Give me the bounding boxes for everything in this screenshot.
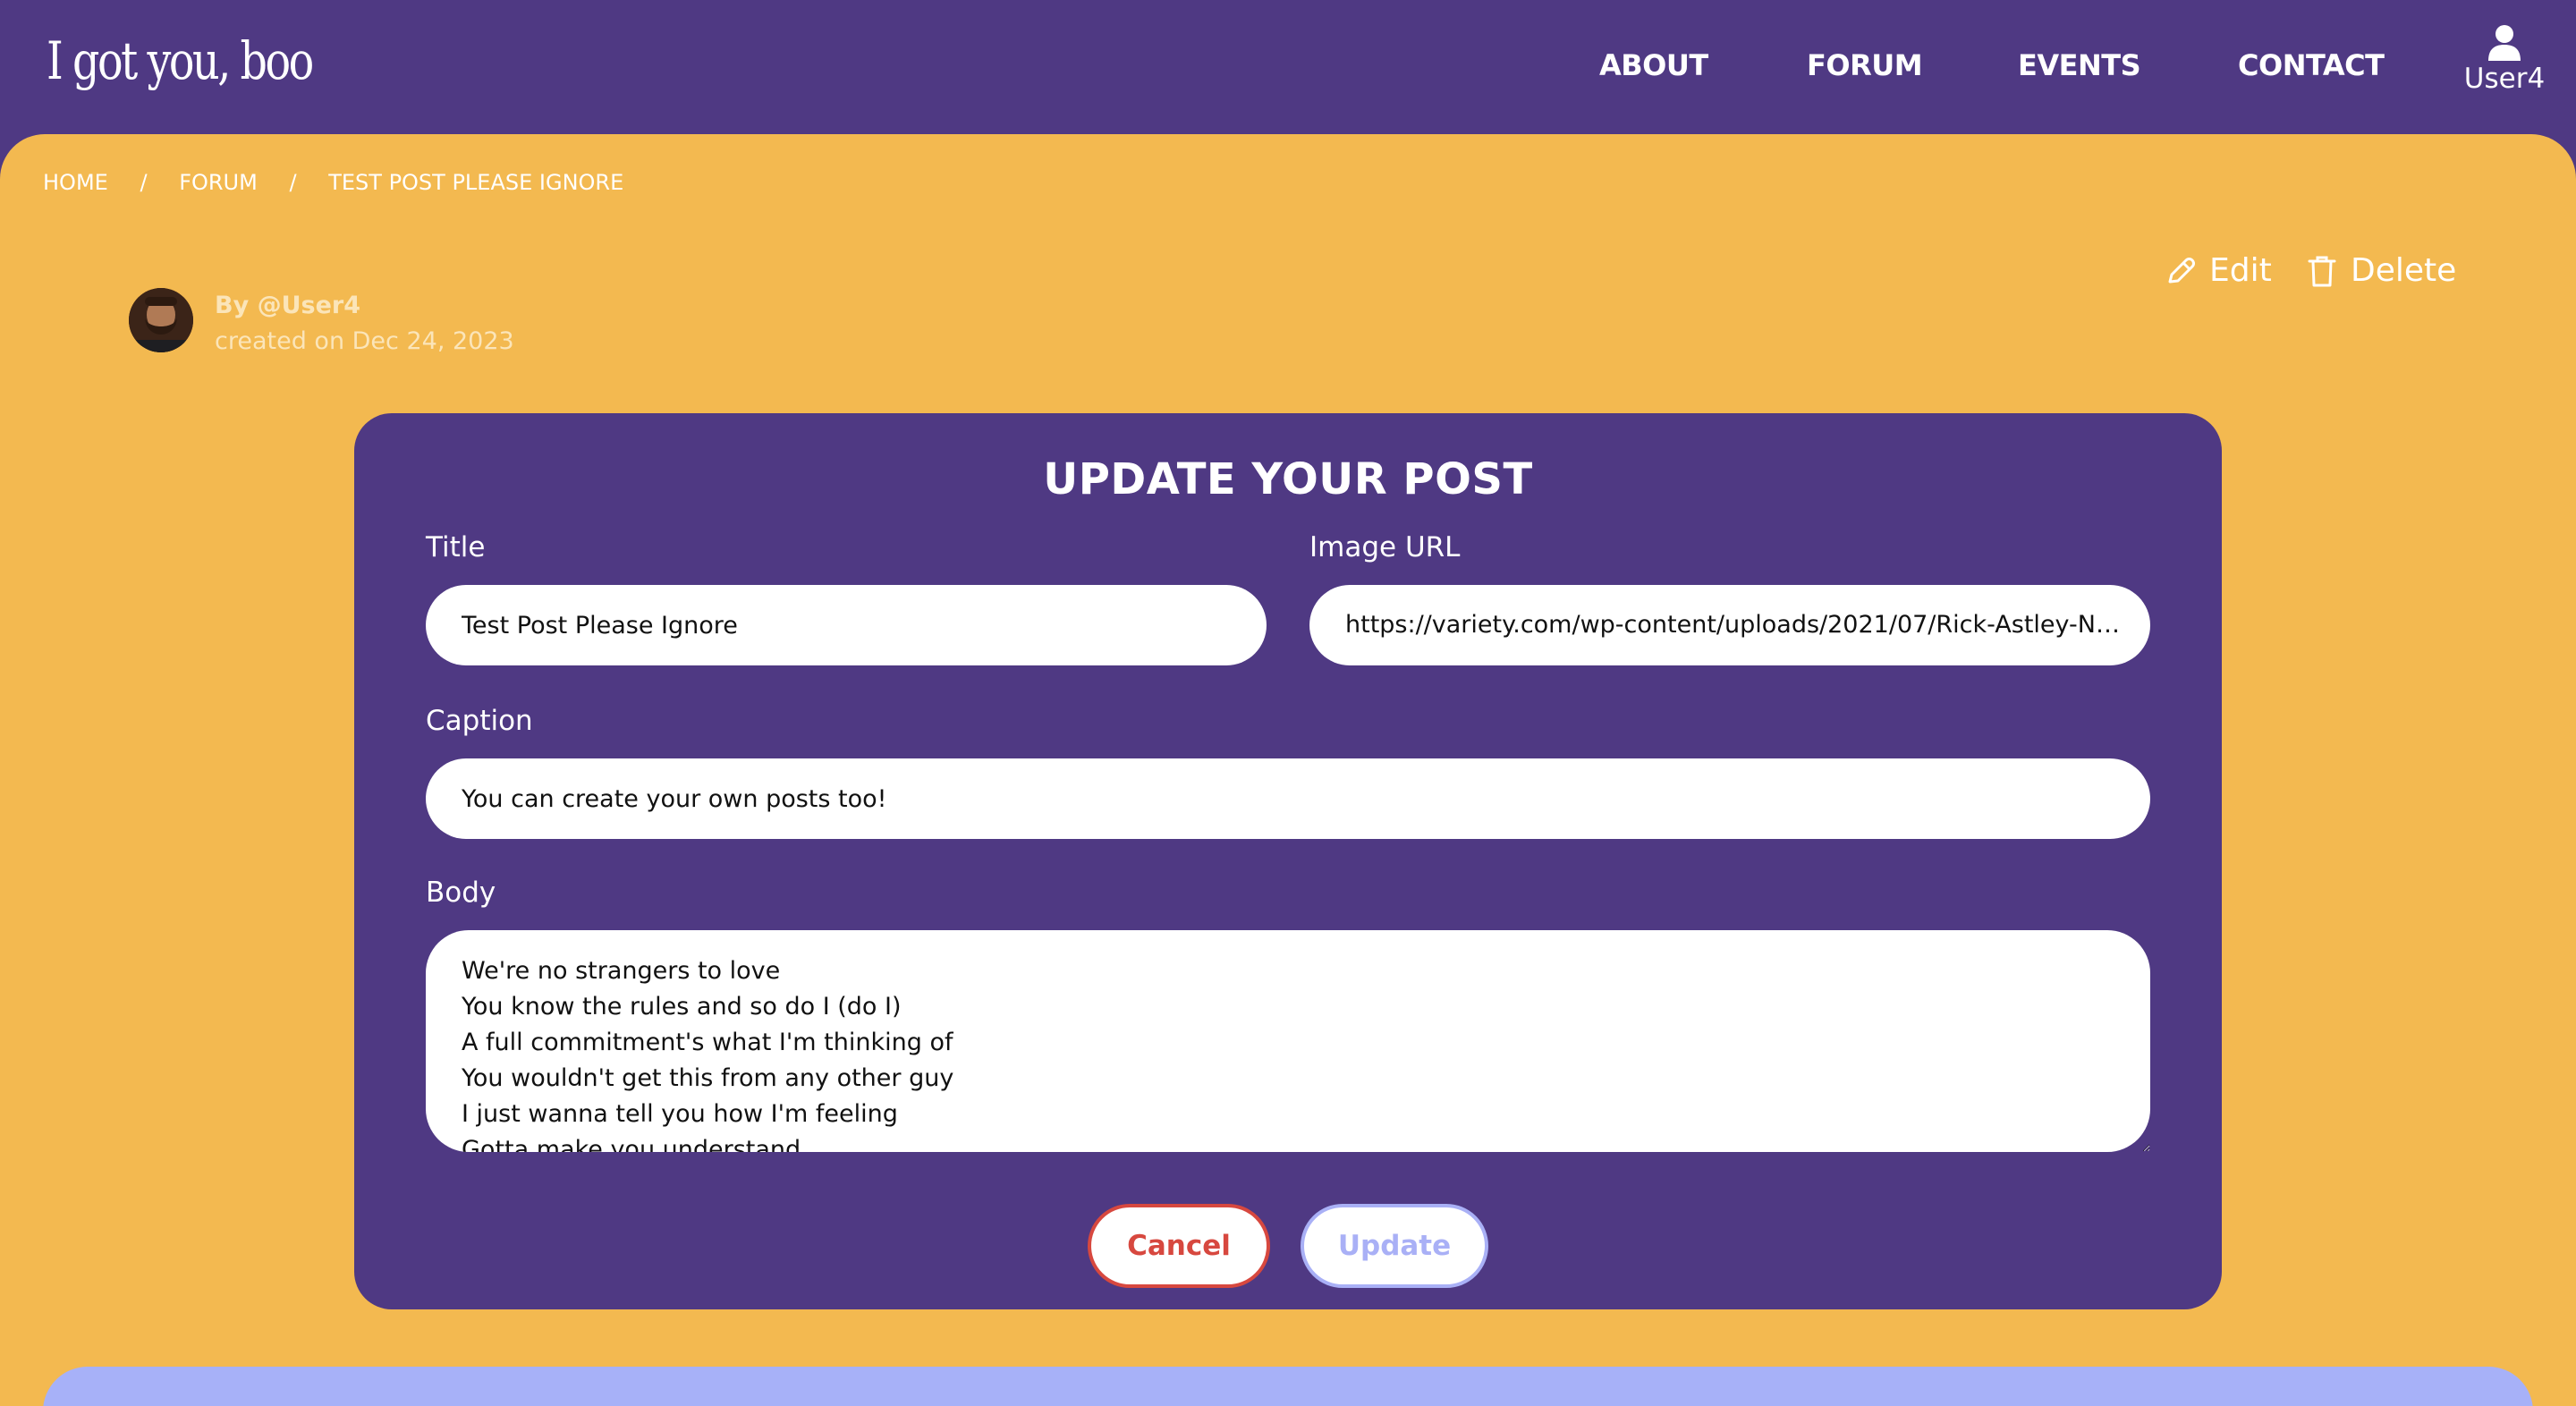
image-url-label: Image URL [1309, 531, 1461, 563]
navbar: I got you, boo ABOUT FORUM EVENTS CONTAC… [0, 0, 2576, 134]
nav-link-contact[interactable]: CONTACT [2238, 48, 2385, 82]
title-input[interactable] [426, 585, 1267, 665]
breadcrumb-forum[interactable]: FORUM [179, 170, 258, 195]
post-date: created on Dec 24, 2023 [215, 327, 514, 355]
image-url-input[interactable]: https://variety.com/wp-content/uploads/2… [1309, 585, 2150, 665]
breadcrumb-separator: / [289, 170, 297, 195]
user-icon [2488, 25, 2521, 61]
body-textarea[interactable]: We're no strangers to love You know the … [426, 930, 2150, 1152]
nav-link-forum[interactable]: FORUM [1807, 48, 1923, 82]
avatar [129, 288, 193, 352]
nav-link-events[interactable]: EVENTS [2018, 48, 2141, 82]
title-label: Title [426, 531, 486, 563]
pencil-icon [2168, 257, 2195, 283]
breadcrumb-current: TEST POST PLEASE IGNORE [328, 170, 624, 195]
delete-button[interactable]: Delete [2306, 252, 2456, 289]
site-logo[interactable]: I got you, boo [47, 30, 314, 91]
body-label: Body [426, 877, 496, 909]
next-section [43, 1367, 2533, 1406]
caption-input[interactable] [426, 758, 2150, 839]
delete-label: Delete [2351, 252, 2457, 289]
edit-button[interactable]: Edit [2165, 252, 2272, 289]
update-button[interactable]: Update [1301, 1204, 1488, 1288]
breadcrumb-home[interactable]: HOME [43, 170, 108, 195]
breadcrumb: HOME / FORUM / TEST POST PLEASE IGNORE [43, 170, 623, 195]
nav-link-about[interactable]: ABOUT [1599, 48, 1708, 82]
cancel-button[interactable]: Cancel [1088, 1204, 1270, 1288]
author-name[interactable]: By @User4 [215, 292, 360, 319]
trash-icon [2308, 256, 2336, 286]
form-heading: UPDATE YOUR POST [1043, 454, 1533, 504]
user-menu[interactable]: User4 [2451, 23, 2558, 95]
update-post-form: UPDATE YOUR POST Title Image URL https:/… [354, 413, 2222, 1309]
breadcrumb-separator: / [140, 170, 148, 195]
caption-label: Caption [426, 705, 533, 737]
edit-label: Edit [2209, 252, 2272, 289]
user-name: User4 [2463, 63, 2546, 95]
main-content: HOME / FORUM / TEST POST PLEASE IGNORE B… [0, 134, 2576, 1406]
